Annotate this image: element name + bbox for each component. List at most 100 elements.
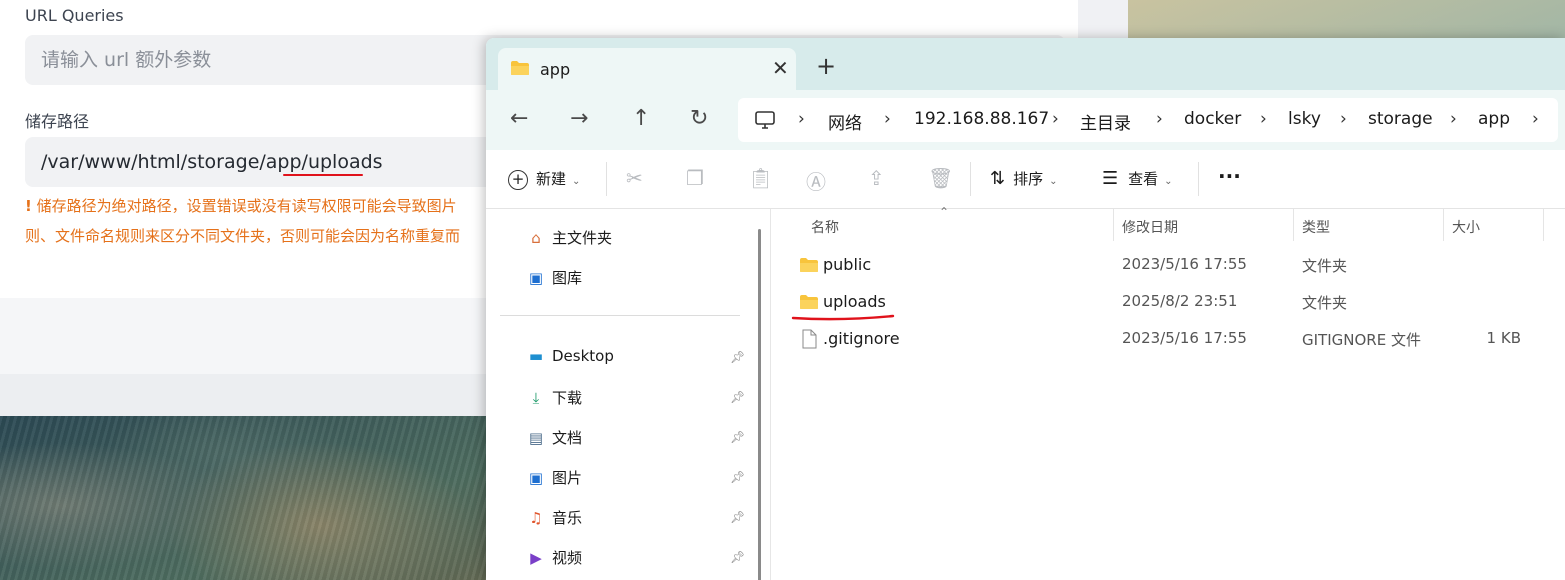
file-date: 2023/5/16 17:55 (1122, 329, 1247, 347)
file-list: ⌃ 名称 修改日期 类型 大小 public 2023/5/16 17:55 文… (771, 205, 1565, 580)
sort-ascending-icon: ⌃ (939, 205, 950, 219)
nav-item-pictures[interactable]: ▣ 图片 (526, 467, 582, 488)
tab-app[interactable]: app ✕ (498, 48, 796, 90)
breadcrumb-chevron-icon: › (1052, 109, 1059, 129)
folder-icon (800, 258, 818, 272)
breadcrumb-chevron-icon: › (1156, 109, 1163, 129)
chevron-down-icon: ⌄ (1049, 176, 1058, 187)
plus-circle-icon: + (508, 170, 528, 190)
warning-text-line1: 储存路径为绝对路径，设置错误或没有读写权限可能会导致图片 (36, 197, 457, 215)
warning-icon: ! (25, 197, 32, 215)
cut-icon[interactable]: ✂ (626, 166, 643, 190)
column-divider (1443, 209, 1444, 241)
nav-item-downloads[interactable]: ⤓ 下载 (526, 387, 582, 408)
folder-icon (800, 295, 818, 309)
share-icon[interactable]: ⇪ (868, 166, 885, 190)
file-row-public[interactable]: public 2023/5/16 17:55 文件夹 (771, 247, 1565, 283)
file-size: 1 KB (1486, 329, 1521, 347)
file-date: 2023/5/16 17:55 (1122, 255, 1247, 273)
new-tab-icon[interactable]: + (816, 54, 836, 78)
breadcrumb-storage[interactable]: storage (1368, 109, 1433, 129)
music-icon: ♫ (529, 509, 543, 527)
chevron-down-icon: ⌄ (572, 176, 581, 187)
close-icon[interactable]: ✕ (772, 56, 789, 80)
pictures-icon: ▣ (528, 469, 544, 487)
nav-item-home[interactable]: ⌂ 主文件夹 (526, 227, 612, 248)
breadcrumb-network[interactable]: 网络 (828, 109, 862, 134)
document-icon: ▤ (528, 429, 544, 447)
breadcrumb-chevron-icon: › (1450, 109, 1457, 129)
breadcrumb-home[interactable]: 主目录 (1080, 109, 1131, 134)
nav-item-gallery[interactable]: ▣ 图库 (526, 267, 582, 288)
breadcrumb-chevron-icon[interactable]: › (1532, 109, 1539, 129)
nav-item-videos[interactable]: ▶ 视频 (526, 547, 582, 568)
breadcrumb-chevron-icon: › (1340, 109, 1347, 129)
rename-icon[interactable]: Ⓐ (806, 166, 826, 195)
command-bar: + 新建 ⌄ ✂ ❐ 📋︎ Ⓐ ⇪ 🗑︎ ⇅ 排序 ⌄ ☰ 查看 ⌄ ··· (486, 150, 1565, 209)
breadcrumb-chevron-icon: › (798, 109, 805, 129)
column-header-type[interactable]: 类型 (1302, 217, 1330, 237)
navigation-pane: ⌂ 主文件夹 ▣ 图库 ▬ Desktop 📌︎ ⤓ 下载 📌︎ ▤ 文档 📌︎ ▣ 图片 … (486, 209, 771, 580)
home-icon: ⌂ (531, 229, 541, 247)
copy-icon[interactable]: ❐ (686, 166, 704, 190)
file-name: uploads (823, 292, 886, 311)
file-row-uploads[interactable]: uploads 2025/8/2 23:51 文件夹 (771, 284, 1565, 321)
back-arrow-icon[interactable]: ← (510, 106, 528, 132)
file-name: .gitignore (823, 329, 900, 348)
view-button[interactable]: ☰ 查看 ⌄ (1102, 168, 1173, 189)
toolbar-divider (606, 162, 607, 196)
delete-icon[interactable]: 🗑︎ (928, 166, 953, 190)
breadcrumb-host[interactable]: 192.168.88.167 (914, 109, 1049, 129)
nav-item-music[interactable]: ♫ 音乐 (526, 507, 582, 528)
column-divider (1543, 209, 1544, 241)
nav-pane-scrollbar[interactable] (758, 229, 761, 580)
chevron-down-icon: ⌄ (1164, 176, 1173, 187)
download-icon: ⤓ (532, 389, 540, 407)
pin-icon[interactable]: 📌︎ (730, 550, 745, 564)
pin-icon[interactable]: 📌︎ (730, 470, 745, 484)
view-list-icon: ☰ (1102, 168, 1119, 189)
pin-icon[interactable]: 📌︎ (730, 510, 745, 524)
column-divider (1293, 209, 1294, 241)
sort-icon: ⇅ (990, 168, 1006, 189)
file-type: 文件夹 (1302, 294, 1348, 312)
breadcrumb-app[interactable]: app (1478, 109, 1510, 129)
computer-icon (755, 111, 775, 129)
pin-icon[interactable]: 📌︎ (730, 390, 745, 404)
tab-bar: app ✕ + (486, 38, 1565, 90)
new-button[interactable]: + 新建 ⌄ (508, 168, 580, 190)
column-header-size[interactable]: 大小 (1452, 217, 1480, 237)
file-explorer-window: app ✕ + ← → ↑ ↻ › 网络 › 192.168.88.167 › … (486, 38, 1565, 580)
column-header-date[interactable]: 修改日期 (1122, 217, 1178, 237)
pin-icon[interactable]: 📌︎ (730, 350, 745, 364)
navigation-bar: ← → ↑ ↻ › 网络 › 192.168.88.167 › 主目录 › do… (486, 90, 1565, 150)
file-icon (802, 329, 817, 349)
red-underline-annotation (283, 174, 363, 176)
breadcrumb-lsky[interactable]: lsky (1288, 109, 1321, 129)
pin-icon[interactable]: 📌︎ (730, 430, 745, 444)
warning-text-line2: 则、文件命名规则来区分不同文件夹，否则可能会因为名称重复而 (25, 227, 461, 245)
folder-icon (511, 61, 529, 75)
breadcrumb-chevron-icon: › (884, 109, 891, 129)
address-bar[interactable]: › 网络 › 192.168.88.167 › 主目录 › docker › l… (738, 98, 1558, 142)
file-row-gitignore[interactable]: .gitignore 2023/5/16 17:55 GITIGNORE 文件 … (771, 321, 1565, 357)
file-name: public (823, 255, 872, 274)
gallery-icon: ▣ (528, 269, 544, 287)
refresh-icon[interactable]: ↻ (690, 106, 708, 132)
storage-path-warning: ! 储存路径为绝对路径，设置错误或没有读写权限可能会导致图片 (25, 195, 457, 216)
nav-item-documents[interactable]: ▤ 文档 (526, 427, 582, 448)
tab-title: app (540, 60, 571, 79)
nav-item-desktop[interactable]: ▬ Desktop (526, 347, 614, 365)
nav-divider (500, 315, 740, 316)
up-arrow-icon[interactable]: ↑ (632, 106, 650, 132)
file-type: GITIGNORE 文件 (1302, 331, 1421, 349)
column-divider (1113, 209, 1114, 241)
sort-button[interactable]: ⇅ 排序 ⌄ (990, 168, 1058, 189)
column-header-name[interactable]: 名称 (811, 217, 839, 237)
more-options-icon[interactable]: ··· (1218, 164, 1241, 188)
file-date: 2025/8/2 23:51 (1122, 292, 1238, 310)
breadcrumb-docker[interactable]: docker (1184, 109, 1241, 129)
url-queries-label: URL Queries (25, 6, 124, 25)
paste-icon[interactable]: 📋︎ (748, 166, 773, 190)
forward-arrow-icon[interactable]: → (570, 106, 588, 132)
